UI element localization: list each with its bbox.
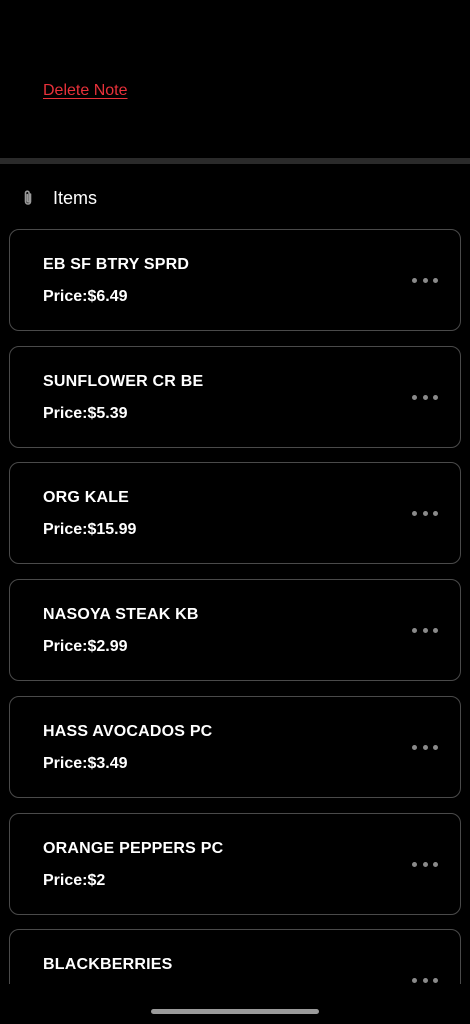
paperclip-icon xyxy=(20,189,36,207)
more-options-icon[interactable] xyxy=(412,270,438,290)
item-name: EB SF BTRY SPRD xyxy=(43,256,190,273)
item-price: Price:$5.39 xyxy=(43,405,128,422)
item-name: BLACKBERRIES xyxy=(43,956,173,973)
more-options-icon[interactable] xyxy=(412,387,438,407)
item-price: Price:$6.49 xyxy=(43,288,128,305)
item-price: Price:$2.99 xyxy=(43,638,128,655)
items-section-header: Items xyxy=(20,186,97,210)
item-price: Price:$15.99 xyxy=(43,521,137,538)
item-name: NASOYA STEAK KB xyxy=(43,606,199,623)
more-options-icon[interactable] xyxy=(412,970,438,984)
item-price: Price:$2 xyxy=(43,872,106,889)
section-divider xyxy=(0,158,470,164)
item-name: ORANGE PEPPERS PC xyxy=(43,840,224,857)
item-price: Price:$3.49 xyxy=(43,755,128,772)
more-options-icon[interactable] xyxy=(412,737,438,757)
item-card[interactable]: SUNFLOWER CR BE Price:$5.39 xyxy=(9,346,461,448)
item-card[interactable]: HASS AVOCADOS PC Price:$3.49 xyxy=(9,696,461,798)
home-indicator[interactable] xyxy=(151,1009,319,1014)
item-name: ORG KALE xyxy=(43,489,130,506)
item-card[interactable]: ORANGE PEPPERS PC Price:$2 xyxy=(9,813,461,915)
item-card[interactable]: EB SF BTRY SPRD Price:$6.49 xyxy=(9,229,461,331)
items-section-title: Items xyxy=(53,187,98,208)
more-options-icon[interactable] xyxy=(412,503,438,523)
items-list[interactable]: EB SF BTRY SPRD Price:$6.49 SUNFLOWER CR… xyxy=(9,229,461,984)
item-card[interactable]: ORG KALE Price:$15.99 xyxy=(9,462,461,564)
item-card[interactable]: BLACKBERRIES xyxy=(9,929,461,984)
more-options-icon[interactable] xyxy=(412,854,438,874)
item-name: SUNFLOWER CR BE xyxy=(43,373,204,390)
delete-note-link[interactable]: Delete Note xyxy=(43,82,128,100)
item-card[interactable]: NASOYA STEAK KB Price:$2.99 xyxy=(9,579,461,681)
more-options-icon[interactable] xyxy=(412,620,438,640)
item-name: HASS AVOCADOS PC xyxy=(43,723,213,740)
